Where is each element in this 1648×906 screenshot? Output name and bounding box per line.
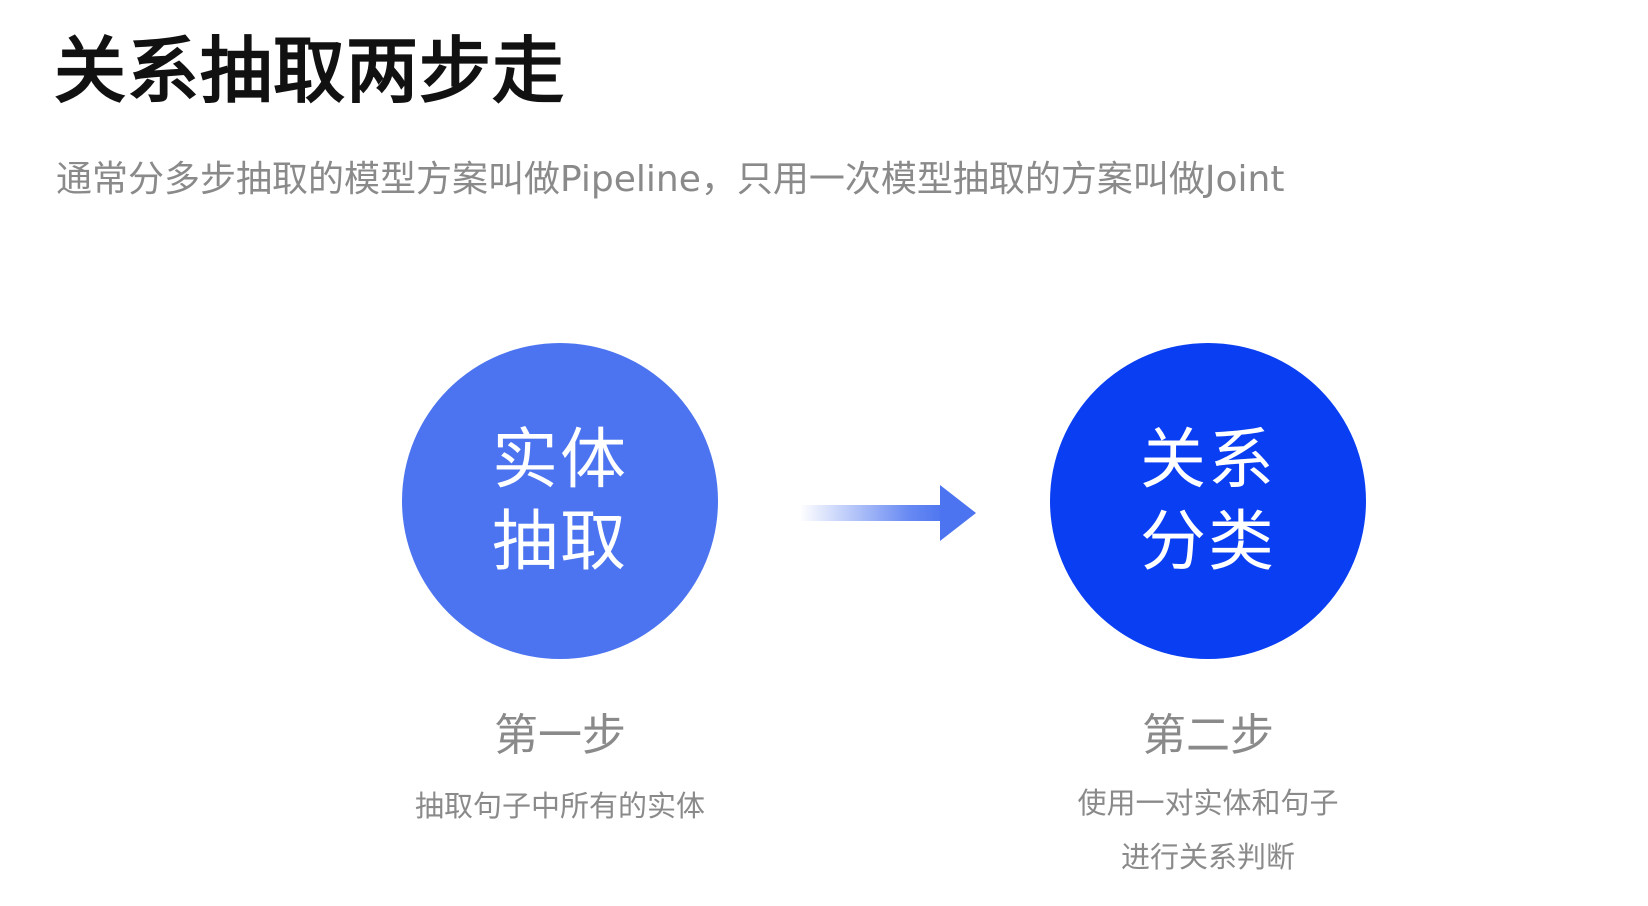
step-1-circle: 实体 抽取 xyxy=(402,343,718,659)
step-2-description: 使用一对实体和句子 进行关系判断 xyxy=(988,776,1428,884)
right-arrow-icon xyxy=(800,485,976,541)
step-2-label: 第二步 xyxy=(1142,710,1274,761)
step-2-description-line: 使用一对实体和句子 xyxy=(1077,786,1339,820)
step-1-label: 第一步 xyxy=(494,710,626,761)
step-1-circle-line: 实体 xyxy=(492,421,628,498)
step-1-circle-line: 抽取 xyxy=(492,503,628,580)
step-1-description: 抽取句子中所有的实体 xyxy=(340,779,780,833)
step-2-circle: 关系 分类 xyxy=(1050,343,1366,659)
step-2-circle-line: 分类 xyxy=(1140,503,1276,580)
step-1-description-line: 抽取句子中所有的实体 xyxy=(414,789,705,823)
slide-subtitle: 通常分多步抽取的模型方案叫做Pipeline，只用一次模型抽取的方案叫做Join… xyxy=(56,159,1285,200)
step-2-circle-line: 关系 xyxy=(1140,421,1276,498)
slide-title: 关系抽取两步走 xyxy=(54,29,566,113)
step-2-description-line: 进行关系判断 xyxy=(1120,840,1295,874)
